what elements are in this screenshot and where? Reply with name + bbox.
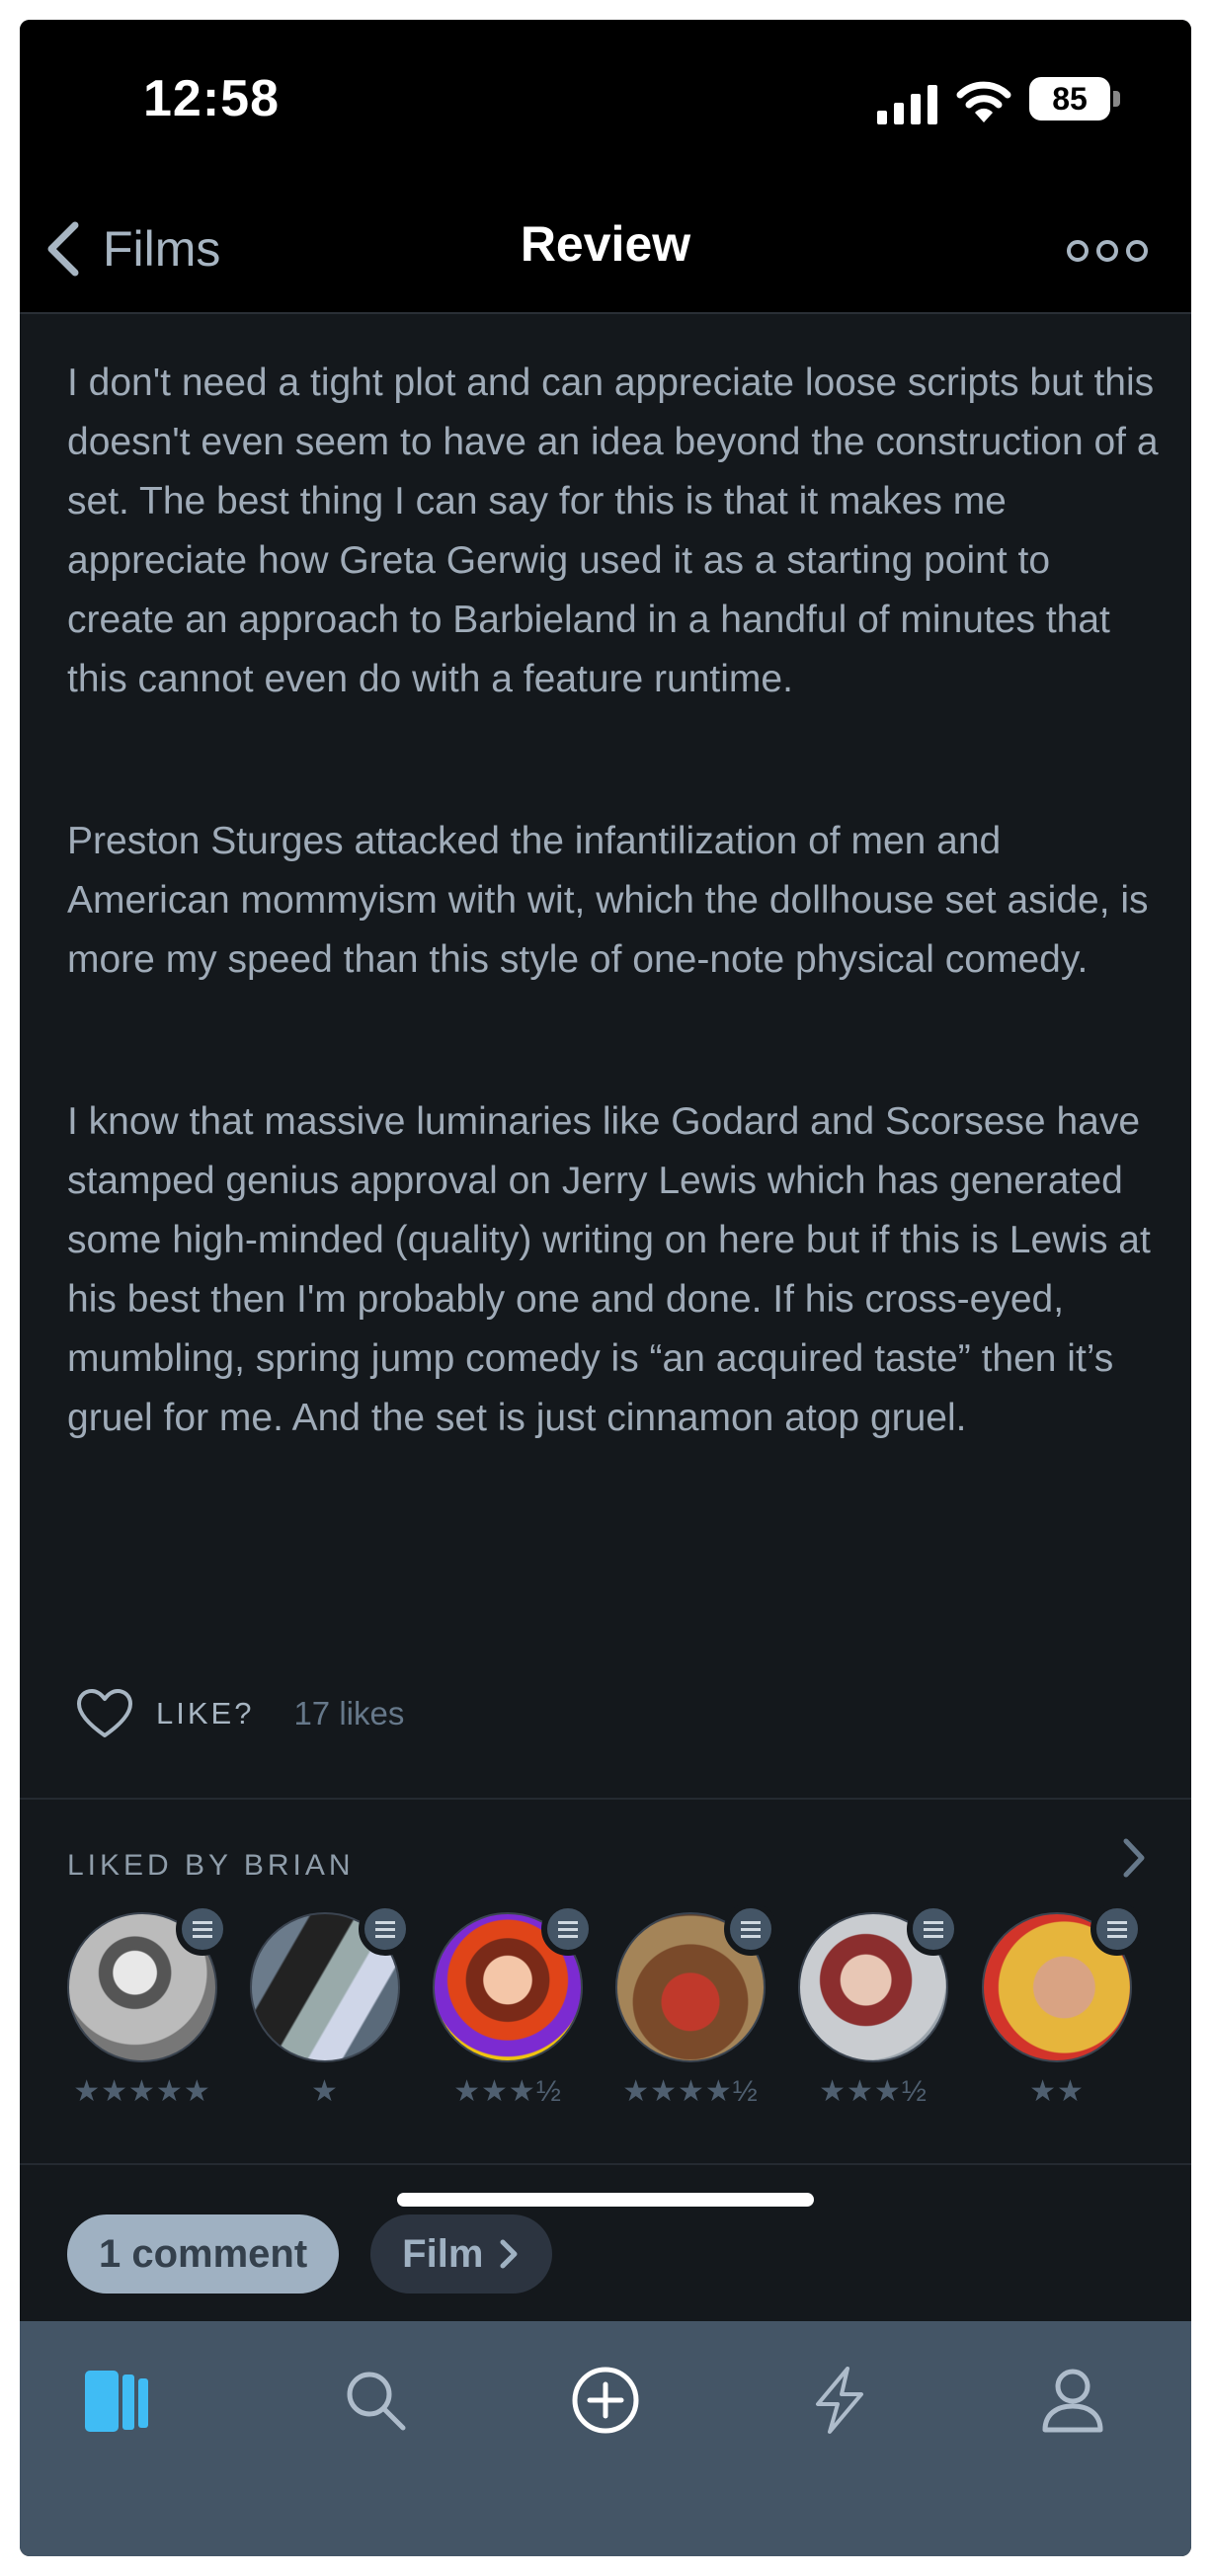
- phone-screen: 12:58 85 Films Review I don't need a tig…: [20, 20, 1191, 2556]
- divider: [20, 1798, 1191, 1800]
- tab-activity-feed[interactable]: [800, 2361, 879, 2440]
- heart-icon[interactable]: [75, 1688, 134, 1739]
- chevron-right-icon[interactable]: [1116, 1833, 1152, 1883]
- comments-button[interactable]: 1 comment: [67, 2214, 340, 2294]
- navigation-bar: Films Review: [20, 188, 1191, 314]
- films-tab-icon: [85, 2371, 148, 2432]
- like-button[interactable]: LIKE?: [156, 1696, 254, 1731]
- add-icon: [572, 2367, 639, 2434]
- list-icon: [907, 1902, 960, 1956]
- more-dot-icon: [1126, 240, 1148, 262]
- film-label: Film: [402, 2231, 484, 2276]
- bolt-icon: [816, 2367, 863, 2434]
- liked-by-item[interactable]: ★★★★½: [615, 1902, 777, 2110]
- tab-profile[interactable]: [1033, 2361, 1112, 2440]
- list-icon: [1090, 1902, 1144, 1956]
- more-dot-icon: [1096, 240, 1118, 262]
- list-icon: [176, 1902, 229, 1956]
- comments-label: 1 comment: [99, 2231, 308, 2276]
- review-paragraph: Preston Sturges attacked the infantiliza…: [67, 820, 1149, 981]
- star-rating: ★★★½: [453, 2075, 562, 2108]
- tab-activity[interactable]: [77, 2361, 156, 2440]
- review-actions: 1 comment Film: [67, 2214, 553, 2294]
- battery-icon: 85: [1029, 77, 1120, 121]
- star-rating: ★: [311, 2075, 339, 2108]
- star-rating: ★★★★★: [73, 2075, 211, 2108]
- like-row: LIKE? 17 likes: [75, 1689, 404, 1738]
- more-dot-icon: [1067, 240, 1089, 262]
- tab-add[interactable]: [566, 2361, 645, 2440]
- star-rating: ★★: [1029, 2075, 1085, 2108]
- divider: [20, 2163, 1191, 2165]
- status-time: 12:58: [143, 70, 280, 127]
- list-icon: [724, 1902, 777, 1956]
- tab-bar: [20, 2321, 1191, 2556]
- liked-by-item[interactable]: ★★★★★: [67, 1902, 229, 2110]
- liked-by-list: ★★★★★ ★ ★★★½ ★★★★½ ★★★½ ★★: [67, 1902, 1164, 2110]
- review-body: I don't need a tight plot and can apprec…: [67, 354, 1164, 1551]
- wifi-icon: [956, 81, 1011, 122]
- list-icon: [359, 1902, 412, 1956]
- page-title: Review: [520, 216, 691, 272]
- profile-icon: [1042, 2369, 1103, 2433]
- tab-search[interactable]: [336, 2361, 415, 2440]
- liked-by-item[interactable]: ★★: [982, 1902, 1144, 2110]
- search-icon: [347, 2372, 406, 2431]
- star-rating: ★★★½: [819, 2075, 928, 2108]
- liked-by-item[interactable]: ★★★½: [798, 1902, 960, 2110]
- like-count[interactable]: 17 likes: [293, 1695, 404, 1732]
- home-indicator[interactable]: [397, 2193, 814, 2207]
- liked-by-item[interactable]: ★: [250, 1902, 412, 2110]
- liked-by-item[interactable]: ★★★½: [433, 1902, 595, 2110]
- status-bar: 12:58 85: [20, 20, 1191, 188]
- film-button[interactable]: Film: [370, 2214, 553, 2294]
- review-paragraph: I know that massive luminaries like Goda…: [67, 1100, 1151, 1439]
- liked-by-heading: LIKED BY BRIAN: [67, 1849, 355, 1882]
- list-icon: [541, 1902, 595, 1956]
- star-rating: ★★★★½: [622, 2075, 759, 2108]
- chevron-right-icon: [500, 2239, 518, 2269]
- cellular-signal-icon: [877, 85, 937, 124]
- more-options-button[interactable]: [1067, 231, 1148, 271]
- review-paragraph: I don't need a tight plot and can apprec…: [67, 362, 1159, 700]
- battery-level: 85: [1029, 77, 1110, 121]
